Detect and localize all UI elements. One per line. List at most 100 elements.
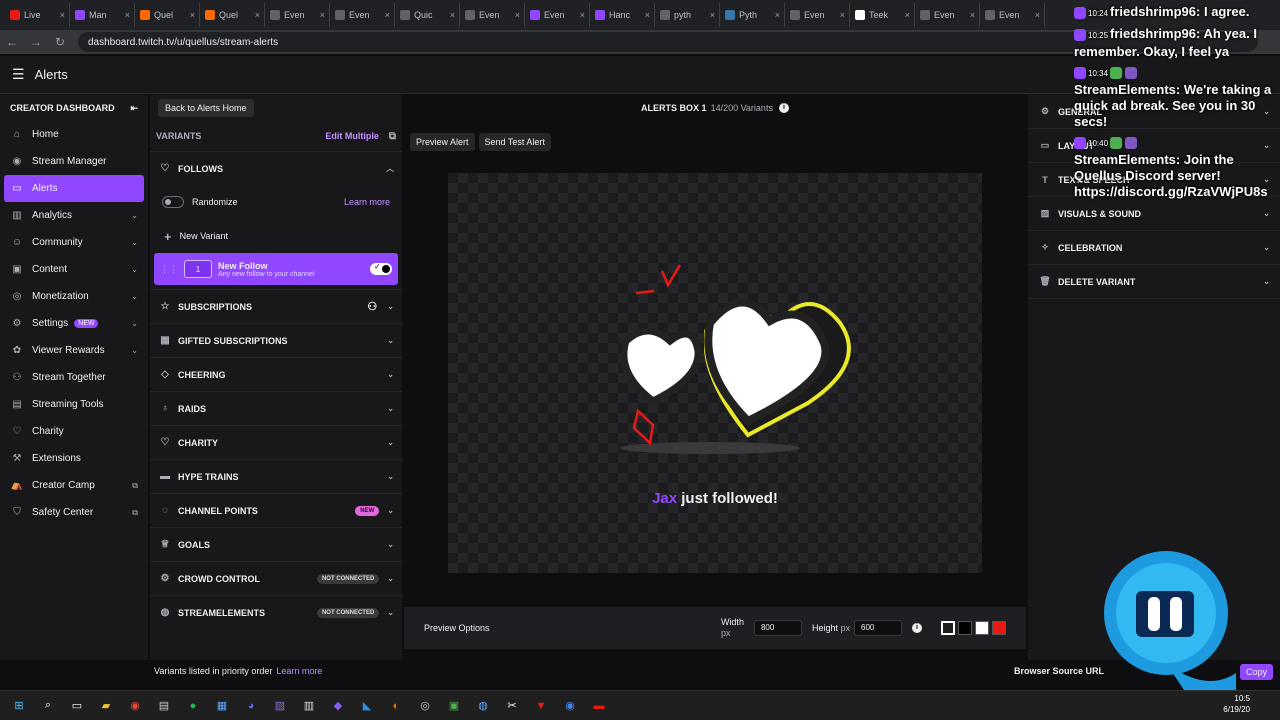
sidebar-item-stream-manager[interactable]: ◉ Stream Manager (4, 148, 144, 175)
sidebar-item-settings[interactable]: ⚙ Settings NEW ⌄ (4, 310, 144, 337)
browser-tab[interactable]: Quel × (136, 3, 200, 27)
category-crowd-control[interactable]: ⚙ CROWD CONTROL NOT CONNECTED ⌄ (150, 561, 402, 595)
chrome-icon[interactable]: ◉ (559, 695, 581, 717)
sidebar-item-home[interactable]: ⌂ Home (4, 121, 144, 148)
sidebar-item-extensions[interactable]: ⚒ Extensions (4, 445, 144, 472)
browser-tab[interactable]: Pyth × (721, 3, 785, 27)
reload-icon[interactable]: ↻ (48, 35, 72, 49)
close-icon[interactable]: × (190, 10, 195, 20)
discord-icon[interactable]: ◕ (240, 695, 262, 717)
category-gifted-subscriptions[interactable]: ▦ GIFTED SUBSCRIPTIONS ⌄ (150, 323, 402, 357)
copy-button[interactable]: Copy (1240, 664, 1274, 680)
terminal-icon[interactable]: ▤ (153, 695, 175, 717)
browser-tab[interactable]: Even × (526, 3, 590, 27)
library-icon[interactable]: ▥ (298, 695, 320, 717)
drag-handle-icon[interactable]: ⋮⋮ (160, 264, 178, 275)
sidebar-item-community[interactable]: ☺ Community ⌄ (4, 229, 144, 256)
close-icon[interactable]: × (125, 10, 130, 20)
close-icon[interactable]: × (710, 10, 715, 20)
settings-section-delete-variant[interactable]: 🗑 DELETE VARIANT ⌄ (1028, 265, 1280, 299)
browser-tab[interactable]: Teek × (851, 3, 915, 27)
variant-priority[interactable]: 1 (184, 260, 212, 278)
footer-learn-more-link[interactable]: Learn more (276, 666, 322, 676)
background-swatch[interactable] (958, 621, 972, 635)
category-channel-points[interactable]: ◌ CHANNEL POINTS NEW ⌄ (150, 493, 402, 527)
close-icon[interactable]: × (905, 10, 910, 20)
task-view-icon[interactable]: ▭ (66, 695, 88, 717)
sidebar-item-streaming-tools[interactable]: ▤ Streaming Tools (4, 391, 144, 418)
close-icon[interactable]: × (515, 10, 520, 20)
close-icon[interactable]: × (320, 10, 325, 20)
browser-tab[interactable]: pyth × (656, 3, 720, 27)
forward-icon[interactable]: → (24, 35, 48, 49)
close-icon[interactable]: × (385, 10, 390, 20)
settings-section-celebration[interactable]: ✧ CELEBRATION ⌄ (1028, 231, 1280, 265)
sidebar-item-charity[interactable]: ♡ Charity (4, 418, 144, 445)
send-test-alert-button[interactable]: Send Test Alert (478, 133, 551, 151)
info-icon[interactable]: i (912, 623, 922, 633)
close-icon[interactable]: × (1035, 10, 1040, 20)
browser-tab[interactable]: Even × (916, 3, 980, 27)
variant-card[interactable]: ⋮⋮ 1 New Follow Any new follow to your c… (154, 253, 398, 285)
category-raids[interactable]: ♁ RAIDS ⌄ (150, 391, 402, 425)
randomize-toggle[interactable] (162, 196, 184, 208)
search-icon[interactable]: ⌕ (37, 695, 59, 717)
blender-icon[interactable]: ◐ (385, 695, 407, 717)
start-icon[interactable]: ⊞ (8, 695, 30, 717)
browser-tab[interactable]: Even × (786, 3, 850, 27)
variant-enabled-toggle[interactable] (370, 262, 392, 275)
manage-users-icon[interactable]: ⚇ (367, 300, 377, 313)
chrome-icon[interactable]: ◉ (124, 695, 146, 717)
app-icon[interactable]: ▬ (588, 695, 610, 717)
sidebar-item-safety-center[interactable]: ⛉ Safety Center ⧉ (4, 499, 144, 526)
browser-tab[interactable]: Even × (331, 3, 395, 27)
browser-tab[interactable]: Quel × (201, 3, 265, 27)
close-icon[interactable]: × (580, 10, 585, 20)
close-icon[interactable]: × (775, 10, 780, 20)
menu-icon[interactable]: ☰ (12, 66, 25, 83)
sidebar-item-stream-together[interactable]: ⚇ Stream Together (4, 364, 144, 391)
category-cheering[interactable]: ◇ CHEERING ⌄ (150, 357, 402, 391)
browser-tab[interactable]: Even × (266, 3, 330, 27)
sidebar-item-analytics[interactable]: ▥ Analytics ⌄ (4, 202, 144, 229)
category-goals[interactable]: ♕ GOALS ⌄ (150, 527, 402, 561)
collapse-sidebar-icon[interactable]: ⇤ (130, 103, 138, 114)
sidebar-item-alerts[interactable]: ▭ Alerts (4, 175, 144, 202)
close-icon[interactable]: × (255, 10, 260, 20)
obs-icon[interactable]: ◎ (414, 695, 436, 717)
background-swatch[interactable] (941, 621, 955, 635)
capcut-icon[interactable]: ✂ (501, 695, 523, 717)
app-icon[interactable]: ▧ (269, 695, 291, 717)
edit-multiple-link[interactable]: Edit Multiple (325, 131, 379, 141)
file-explorer-icon[interactable]: ▰ (95, 695, 117, 717)
back-icon[interactable]: ← (0, 35, 24, 49)
duplicate-icon[interactable]: ⧉ (389, 131, 396, 142)
close-icon[interactable]: × (840, 10, 845, 20)
app-icon[interactable]: ▣ (443, 695, 465, 717)
obsidian-icon[interactable]: ◆ (327, 695, 349, 717)
learn-more-link[interactable]: Learn more (344, 197, 390, 207)
browser-tab[interactable]: Live × (6, 3, 70, 27)
browser-tab[interactable]: Quic × (396, 3, 460, 27)
app-icon[interactable]: ◍ (472, 695, 494, 717)
close-icon[interactable]: × (60, 10, 65, 20)
spotify-icon[interactable]: ● (182, 695, 204, 717)
sidebar-item-creator-camp[interactable]: ⛺ Creator Camp ⧉ (4, 472, 144, 499)
app-icon[interactable]: ▦ (211, 695, 233, 717)
sidebar-item-viewer-rewards[interactable]: ✿ Viewer Rewards ⌄ (4, 337, 144, 364)
category-hype-trains[interactable]: ▬ HYPE TRAINS ⌄ (150, 459, 402, 493)
category-subscriptions[interactable]: ☆ SUBSCRIPTIONS ⚇ ⌄ (150, 289, 402, 323)
close-icon[interactable]: × (645, 10, 650, 20)
app-icon[interactable]: ▼ (530, 695, 552, 717)
close-icon[interactable]: × (450, 10, 455, 20)
browser-tab[interactable]: Even × (981, 3, 1045, 27)
background-swatch[interactable] (992, 621, 1006, 635)
width-input[interactable]: 800 (753, 620, 802, 636)
sidebar-item-monetization[interactable]: ◎ Monetization ⌄ (4, 283, 144, 310)
vscode-icon[interactable]: ◣ (356, 695, 378, 717)
category-streamelements[interactable]: ◍ STREAMELEMENTS NOT CONNECTED ⌄ (150, 595, 402, 629)
height-input[interactable]: 600 (854, 620, 902, 636)
browser-tab[interactable]: Man × (71, 3, 135, 27)
new-variant-button[interactable]: + New Variant (150, 219, 402, 253)
back-to-alerts-button[interactable]: Back to Alerts Home (158, 99, 254, 117)
